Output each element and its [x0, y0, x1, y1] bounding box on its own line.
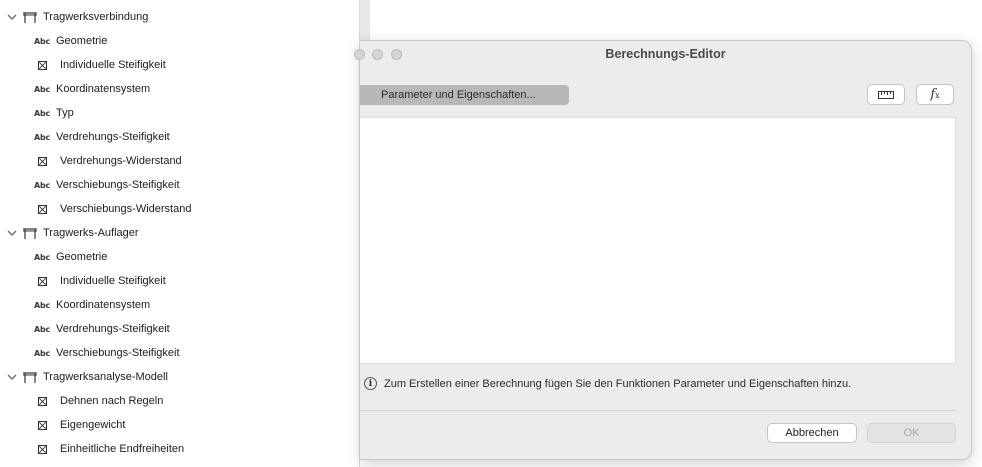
- chevron-down-icon[interactable]: [6, 227, 18, 239]
- ok-label: OK: [903, 427, 920, 439]
- text-type-icon: Abc: [34, 180, 51, 190]
- chevron-down-icon[interactable]: [6, 371, 18, 383]
- tree-item[interactable]: Verschiebungs-Widerstand: [34, 197, 191, 221]
- ok-button[interactable]: OK: [867, 423, 956, 443]
- text-type-icon: Abc: [34, 324, 51, 334]
- tree-item[interactable]: Abc Verdrehungs-Steifigkeit: [34, 125, 170, 149]
- function-icon: fx: [930, 87, 940, 102]
- tree-item-label: Verdrehungs-Steifigkeit: [56, 323, 170, 335]
- ruler-icon: [878, 90, 894, 99]
- text-type-icon: Abc: [34, 252, 51, 262]
- tree-group-label: Tragwerksanalyse-Modell: [43, 371, 168, 383]
- structure-frame-icon: [23, 11, 37, 23]
- tree-item-label: Verschiebungs-Steifigkeit: [56, 347, 180, 359]
- info-message: i Zum Erstellen einer Berechnung fügen S…: [364, 377, 851, 390]
- tree-item[interactable]: Einheitliche Endfreiheiten: [34, 437, 184, 461]
- tree-item[interactable]: Abc Geometrie: [34, 245, 107, 269]
- tree-group-label: Tragwerksverbindung: [43, 11, 149, 23]
- chevron-down-icon[interactable]: [6, 11, 18, 23]
- tree-item-label: Koordinatensystem: [56, 299, 151, 311]
- parameters-properties-button[interactable]: Parameter und Eigenschaften...: [360, 85, 569, 105]
- footer-divider: [360, 410, 956, 411]
- tree-item-label: Koordinatensystem: [56, 83, 151, 95]
- tree-item-label: Dehnen nach Regeln: [60, 395, 164, 407]
- tree-item-label: Individuelle Steifigkeit: [60, 59, 166, 71]
- text-type-icon: Abc: [34, 132, 51, 142]
- dialog-title: Berechnungs-Editor: [605, 47, 726, 61]
- tree-item[interactable]: Eigengewicht: [34, 413, 125, 437]
- tree-item[interactable]: Dehnen nach Regeln: [34, 389, 163, 413]
- tree-item-label: Verdrehungs-Steifigkeit: [56, 131, 170, 143]
- cancel-label: Abbrechen: [785, 427, 839, 439]
- tree-item[interactable]: Abc Koordinatensystem: [34, 293, 150, 317]
- cancel-button[interactable]: Abbrechen: [767, 423, 857, 443]
- tree-item-label: Geometrie: [56, 251, 108, 263]
- tree-item[interactable]: Abc Typ: [34, 101, 74, 125]
- tree-item-label: Verschiebungs-Steifigkeit: [56, 179, 180, 191]
- tree-item-label: Verdrehungs-Widerstand: [60, 155, 182, 167]
- tree-item[interactable]: Abc Geometrie: [34, 29, 107, 53]
- tree-item[interactable]: Individuelle Steifigkeit: [34, 269, 166, 293]
- tree-item[interactable]: Abc Koordinatensystem: [34, 77, 150, 101]
- tree-item[interactable]: Abc Verschiebungs-Steifigkeit: [34, 173, 180, 197]
- tree-item[interactable]: Verdrehungs-Widerstand: [34, 149, 182, 173]
- text-type-icon: Abc: [34, 84, 51, 94]
- text-type-icon: Abc: [34, 300, 51, 310]
- boolean-checkbox-icon: [38, 444, 47, 454]
- tree-panel: Tragwerksverbindung Abc Geometrie Individue…: [0, 0, 360, 467]
- text-type-icon: Abc: [34, 348, 51, 358]
- tree-item[interactable]: Individuelle Steifigkeit: [34, 53, 166, 77]
- tree-item-label: Einheitliche Endfreiheiten: [60, 443, 185, 455]
- boolean-checkbox-icon: [38, 276, 47, 286]
- boolean-checkbox-icon: [38, 396, 47, 406]
- calculation-editor-dialog: Berechnungs-Editor Parameter und Eigensc…: [354, 40, 972, 460]
- tree-group[interactable]: Tragwerksanalyse-Modell: [6, 365, 168, 389]
- tree-item-label: Eigengewicht: [60, 419, 126, 431]
- background-strip: [360, 0, 370, 40]
- tree-group[interactable]: Tragwerksverbindung: [6, 5, 148, 29]
- tree-item-label: Individuelle Steifigkeit: [60, 275, 166, 287]
- boolean-checkbox-icon: [38, 156, 47, 166]
- text-type-icon: Abc: [34, 108, 51, 118]
- structure-frame-icon: [23, 227, 37, 239]
- dialog-titlebar: Berechnungs-Editor: [354, 41, 971, 69]
- formula-editor-area[interactable]: [360, 117, 956, 364]
- tree-item[interactable]: Abc Verschiebungs-Steifigkeit: [34, 341, 180, 365]
- info-text: Zum Erstellen einer Berechnung fügen Sie…: [384, 377, 852, 390]
- function-button[interactable]: fx: [916, 84, 954, 105]
- info-icon: i: [364, 377, 377, 390]
- tree-group-label: Tragwerks-Auflager: [43, 227, 139, 239]
- tree-group[interactable]: Tragwerks-Auflager: [6, 221, 139, 245]
- tree-item-label: Typ: [56, 107, 74, 119]
- units-button[interactable]: [867, 84, 905, 105]
- text-type-icon: Abc: [34, 36, 51, 46]
- tree-item-label: Verschiebungs-Widerstand: [60, 203, 192, 215]
- tree-item-label: Geometrie: [56, 35, 108, 47]
- boolean-checkbox-icon: [38, 204, 47, 214]
- tree-item[interactable]: Abc Verdrehungs-Steifigkeit: [34, 317, 170, 341]
- boolean-checkbox-icon: [38, 420, 47, 430]
- boolean-checkbox-icon: [38, 60, 47, 70]
- structure-frame-icon: [23, 371, 37, 383]
- parameters-properties-label: Parameter und Eigenschaften...: [381, 89, 536, 101]
